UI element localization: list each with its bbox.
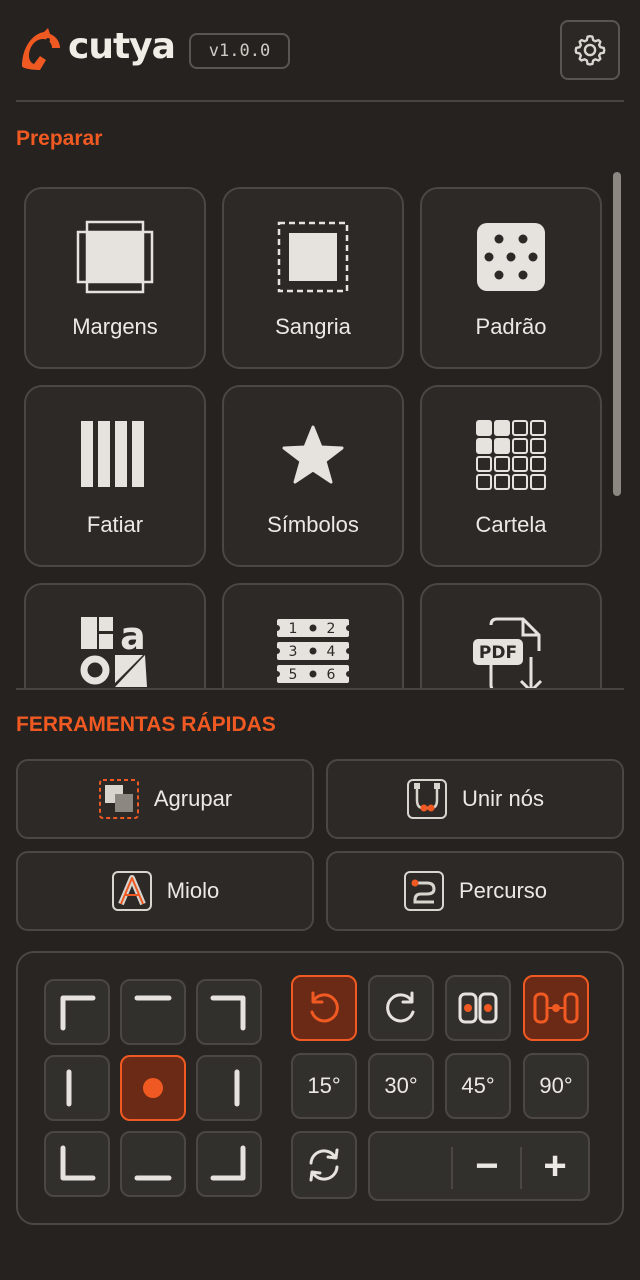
svg-text:6: 6 xyxy=(327,667,336,683)
edge-right-icon xyxy=(234,1069,240,1107)
rotate-ccw-button[interactable] xyxy=(291,975,357,1041)
numbered-labels-icon: 1 2 3 4 5 6 xyxy=(274,619,352,683)
decrement-button[interactable]: − xyxy=(452,1133,522,1199)
anchor-bottom-right[interactable] xyxy=(196,1131,262,1197)
corner-top-left-icon xyxy=(60,995,96,1031)
rotate-cw-icon xyxy=(386,991,415,1023)
rotate-ccw-icon xyxy=(310,991,339,1023)
space-evenly-icon xyxy=(533,992,579,1024)
anchor-bottom-left[interactable] xyxy=(44,1131,110,1197)
join-nodes-button[interactable]: Unir nós xyxy=(326,759,624,839)
angle-label: 90° xyxy=(539,1073,573,1098)
edge-bottom-icon xyxy=(134,1175,172,1181)
rotate-30-button[interactable]: 30° xyxy=(368,1053,434,1119)
tool-padrao[interactable]: Padrão xyxy=(420,187,602,369)
anchor-middle-left[interactable] xyxy=(44,1055,110,1121)
space-evenly-button[interactable] xyxy=(523,975,589,1041)
miolo-label: Miolo xyxy=(166,878,220,903)
tool-label: Fatiar xyxy=(86,512,144,537)
tool-sangria[interactable]: Sangria xyxy=(222,187,404,369)
svg-text:2: 2 xyxy=(327,621,336,637)
settings-button[interactable] xyxy=(560,20,620,80)
rotate-15-button[interactable]: 15° xyxy=(291,1053,357,1119)
tool-margens[interactable]: Margens xyxy=(24,187,206,369)
path-button[interactable]: Percurso xyxy=(326,851,624,931)
header-divider xyxy=(16,100,624,102)
edge-left-icon xyxy=(66,1069,72,1107)
corner-bottom-right-icon xyxy=(210,1145,246,1181)
distribute-icon xyxy=(458,992,498,1024)
center-dot-icon xyxy=(143,1078,163,1098)
angle-label: 30° xyxy=(384,1073,418,1098)
shapes-letters-icon: a xyxy=(80,615,147,687)
tool-shapes-letters[interactable]: a xyxy=(24,583,206,688)
svg-text:4: 4 xyxy=(327,644,336,660)
tool-numbered-labels[interactable]: 1 2 3 4 5 6 xyxy=(222,583,404,688)
angle-label: 15° xyxy=(307,1073,341,1098)
join-nodes-label: Unir nós xyxy=(462,786,544,811)
section-title-quick-tools: FERRAMENTAS RÁPIDAS xyxy=(16,713,276,736)
tool-cartela[interactable]: Cartela xyxy=(420,385,602,567)
group-label: Agrupar xyxy=(153,786,233,811)
reset-rotation-button[interactable] xyxy=(291,1131,357,1199)
rotate-45-button[interactable]: 45° xyxy=(445,1053,511,1119)
corner-bottom-left-icon xyxy=(60,1145,96,1181)
anchor-top-center[interactable] xyxy=(120,979,186,1045)
miolo-button[interactable]: Miolo xyxy=(16,851,314,931)
pattern-dots-icon xyxy=(477,223,545,291)
corner-top-right-icon xyxy=(210,995,246,1031)
anchor-bottom-center[interactable] xyxy=(120,1131,186,1197)
pdf-export-icon: PDF xyxy=(473,617,543,688)
tool-label: Símbolos xyxy=(267,512,359,537)
star-icon xyxy=(282,425,344,484)
refresh-icon xyxy=(309,1148,339,1182)
version-badge: v1.0.0 xyxy=(189,33,290,69)
prepare-tools-grid[interactable]: Margens Sangria Padrão Fatiar Símbolos C… xyxy=(0,170,640,688)
increment-button[interactable]: + xyxy=(520,1133,590,1199)
path-icon xyxy=(403,871,444,911)
svg-text:PDF: PDF xyxy=(479,643,517,663)
sheet-grid-icon xyxy=(476,420,546,490)
section-divider xyxy=(16,688,624,690)
gear-icon xyxy=(574,35,606,66)
anchor-top-left[interactable] xyxy=(44,979,110,1045)
slice-columns-icon xyxy=(81,421,144,487)
path-label: Percurso xyxy=(458,878,548,903)
brand-name: cutya xyxy=(68,26,176,67)
rotate-cw-button[interactable] xyxy=(368,975,434,1041)
bleed-icon xyxy=(277,221,349,293)
svg-text:5: 5 xyxy=(289,667,298,683)
group-icon xyxy=(98,779,139,819)
angle-label: 45° xyxy=(461,1073,495,1098)
svg-text:3: 3 xyxy=(289,644,298,660)
edge-top-icon xyxy=(134,995,172,1001)
tool-label: Padrão xyxy=(475,314,547,339)
margins-icon xyxy=(76,220,154,294)
join-nodes-icon xyxy=(407,779,448,819)
fox-logo-icon xyxy=(22,28,60,70)
letter-a-outline-icon xyxy=(111,871,152,911)
tool-label: Cartela xyxy=(475,512,547,537)
section-title-prepare: Preparar xyxy=(16,127,103,150)
tool-fatiar[interactable]: Fatiar xyxy=(24,385,206,567)
tool-label: Margens xyxy=(72,314,158,339)
distribute-button[interactable] xyxy=(445,975,511,1041)
anchor-middle-right[interactable] xyxy=(196,1055,262,1121)
anchor-top-right[interactable] xyxy=(196,979,262,1045)
group-button[interactable]: Agrupar xyxy=(16,759,314,839)
app-header: cutya v1.0.0 xyxy=(0,0,640,102)
tool-pdf-export[interactable]: PDF xyxy=(420,583,602,688)
anchor-center[interactable] xyxy=(120,1055,186,1121)
tool-label: Sangria xyxy=(275,314,351,339)
svg-text:a: a xyxy=(120,615,146,658)
svg-text:1: 1 xyxy=(289,621,298,637)
scrollbar[interactable] xyxy=(613,172,621,496)
rotate-90-button[interactable]: 90° xyxy=(523,1053,589,1119)
tool-simbolos[interactable]: Símbolos xyxy=(222,385,404,567)
angle-stepper[interactable]: − + xyxy=(368,1131,590,1201)
